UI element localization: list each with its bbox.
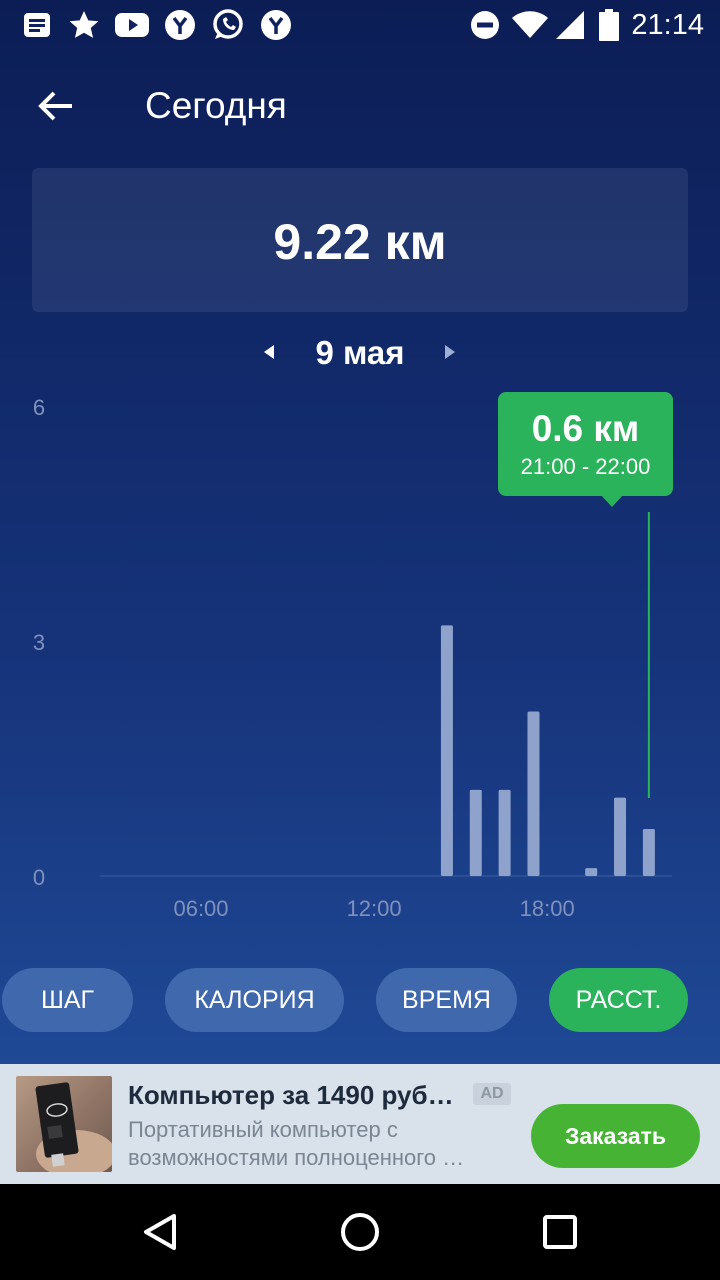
nav-back-button[interactable] — [138, 1210, 182, 1254]
x-tick-label: 06:00 — [173, 896, 228, 921]
status-time: 21:14 — [631, 9, 704, 41]
tab-steps[interactable]: ШАГ — [2, 968, 133, 1032]
triangle-left-icon — [264, 345, 274, 359]
youtube-icon — [114, 9, 150, 41]
nav-recents-button[interactable] — [538, 1210, 582, 1254]
tooltip-time-range: 21:00 - 22:00 — [520, 454, 651, 479]
back-arrow-icon — [38, 91, 72, 121]
chart-bar — [440, 625, 453, 876]
yandex-icon — [259, 9, 293, 41]
tab-distance[interactable]: РАССТ. — [549, 968, 688, 1032]
system-nav-bar — [0, 1184, 720, 1280]
tooltip-value: 0.6 км — [531, 408, 640, 449]
ad-image — [16, 1076, 112, 1172]
y-tick-label: 6 — [33, 395, 45, 420]
wifi-icon — [512, 9, 548, 41]
nav-home-icon — [341, 1213, 379, 1251]
nav-home-button[interactable] — [338, 1210, 382, 1254]
back-button[interactable] — [34, 84, 78, 128]
x-tick-label: 18:00 — [520, 896, 575, 921]
summary-card: 9.22 км — [32, 168, 688, 312]
chart-bar — [614, 797, 627, 876]
yandex-icon — [163, 9, 197, 41]
previous-day-button[interactable] — [257, 340, 281, 364]
ad-title: Компьютер за 1490 руб… — [128, 1080, 454, 1110]
ad-badge: AD — [473, 1083, 511, 1105]
whatsapp-icon — [210, 9, 246, 41]
chart-bar — [642, 829, 655, 876]
y-tick-label: 0 — [33, 865, 45, 890]
tooltip-pointer — [600, 494, 624, 507]
ad-description-line: Портативный компьютер с — [128, 1117, 398, 1142]
chart-tooltip: 0.6 км 21:00 - 22:00 — [498, 392, 673, 496]
y-tick-label: 3 — [33, 630, 45, 655]
battery-icon — [598, 9, 620, 41]
chart-bar — [585, 868, 598, 876]
chart-bar — [527, 711, 540, 876]
ad-order-button[interactable]: Заказать — [531, 1104, 700, 1168]
app-screen: 21:14 Сегодня 9.22 км 9 мая 6 3 0 06:00 12:0… — [0, 0, 720, 1184]
total-distance: 9.22 км — [273, 214, 447, 270]
date-label: 9 мая — [315, 334, 405, 371]
message-icon — [22, 9, 52, 41]
ad-description-line: возможностями полноценного … — [128, 1145, 465, 1170]
chart-bar — [469, 789, 482, 876]
ad-description: Портативный компьютер с возможностями по… — [128, 1116, 513, 1172]
do-not-disturb-icon — [469, 9, 501, 41]
signal-icon — [555, 9, 585, 41]
next-day-button[interactable] — [438, 340, 462, 364]
nav-back-icon — [144, 1214, 176, 1250]
triangle-right-icon — [445, 345, 455, 359]
status-bar: 21:14 — [0, 0, 720, 50]
nav-recents-icon — [543, 1215, 577, 1249]
star-icon — [66, 9, 102, 41]
page-title: Сегодня — [145, 85, 287, 126]
x-tick-label: 12:00 — [347, 896, 402, 921]
tab-time[interactable]: ВРЕМЯ — [376, 968, 517, 1032]
tab-calories[interactable]: КАЛОРИЯ — [165, 968, 344, 1032]
chart-bar — [498, 789, 511, 876]
